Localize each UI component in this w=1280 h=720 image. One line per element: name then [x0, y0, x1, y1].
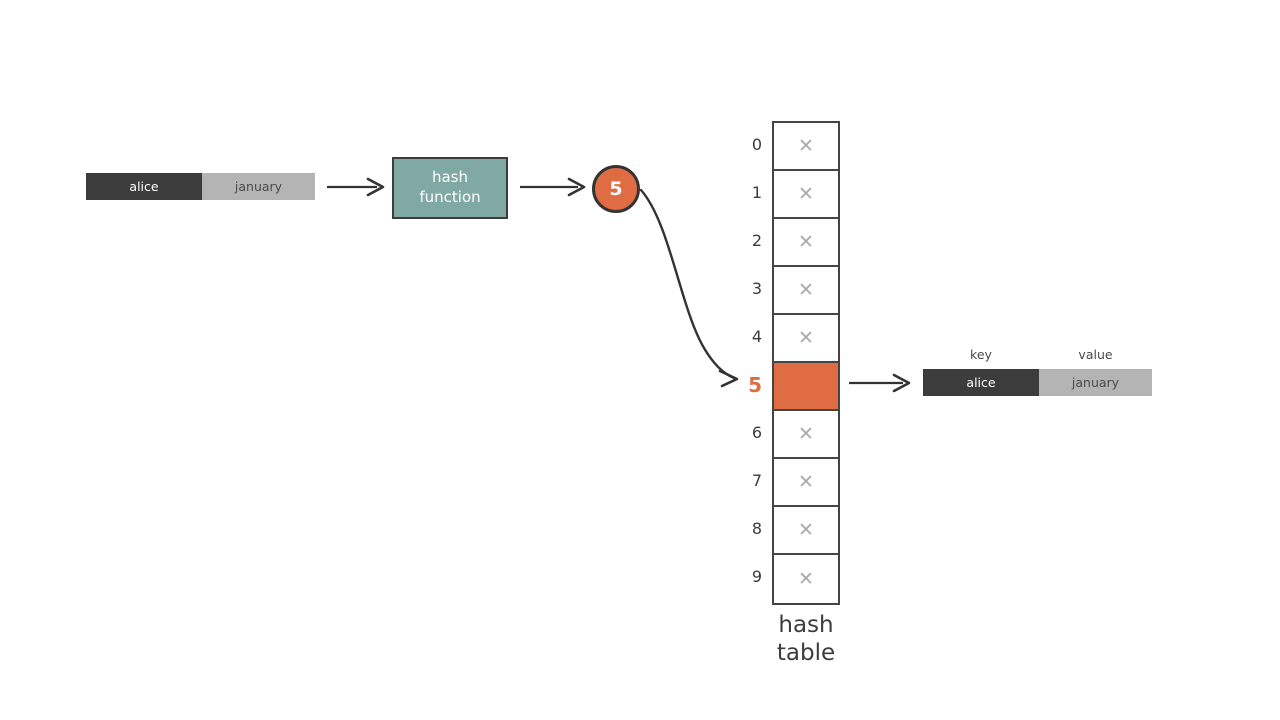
table-row[interactable]: ✕	[774, 507, 838, 555]
table-row[interactable]: ✕	[774, 171, 838, 219]
table-row-filled[interactable]	[774, 363, 838, 411]
index-label-7: 7	[751, 471, 762, 490]
table-row[interactable]: ✕	[774, 555, 838, 603]
hash-table-caption: hash table	[740, 612, 872, 667]
input-key-segment: alice	[86, 173, 202, 200]
index-label-5: 5	[748, 373, 762, 397]
index-label-0: 0	[751, 135, 762, 154]
input-key-value-bar: alice january	[86, 173, 315, 200]
diagram-canvas: alice january hash function 5 0 1 2 3 4 …	[0, 0, 1280, 720]
hash-table-caption-line1: hash	[778, 612, 834, 638]
table-row[interactable]: ✕	[774, 219, 838, 267]
index-label-1: 1	[751, 183, 762, 202]
hash-table-caption-line2: table	[776, 639, 836, 666]
index-label-9: 9	[751, 567, 762, 586]
table-row[interactable]: ✕	[774, 123, 838, 171]
hash-function-label-line1: hash	[431, 168, 469, 187]
index-label-4: 4	[751, 327, 762, 346]
table-row[interactable]: ✕	[774, 411, 838, 459]
arrow-slot-to-output	[849, 373, 911, 393]
hash-function-box: hash function	[392, 157, 508, 219]
output-key-caption: key	[970, 347, 992, 362]
hash-function-label-line2: function	[419, 188, 481, 206]
table-row[interactable]: ✕	[774, 459, 838, 507]
input-value-segment: january	[202, 173, 315, 200]
arrow-hash-function-to-value	[520, 177, 586, 197]
output-value-segment: january	[1039, 369, 1152, 396]
index-label-2: 2	[751, 231, 762, 250]
index-label-8: 8	[751, 519, 762, 538]
index-label-3: 3	[751, 279, 762, 298]
hash-table: ✕ ✕ ✕ ✕ ✕ ✕ ✕ ✕ ✕	[772, 121, 840, 605]
hash-table-index-labels: 0 1 2 3 4 5 6 7 8 9	[726, 121, 762, 601]
hash-value-circle: 5	[592, 165, 640, 213]
output-key-value-bar: alice january	[923, 369, 1152, 396]
arrow-input-to-hash-function	[327, 177, 385, 197]
output-value-caption: value	[1078, 347, 1113, 362]
table-row[interactable]: ✕	[774, 315, 838, 363]
output-key-segment: alice	[923, 369, 1039, 396]
hash-value-label: 5	[609, 178, 623, 200]
index-label-6: 6	[751, 423, 762, 442]
table-row[interactable]: ✕	[774, 267, 838, 315]
